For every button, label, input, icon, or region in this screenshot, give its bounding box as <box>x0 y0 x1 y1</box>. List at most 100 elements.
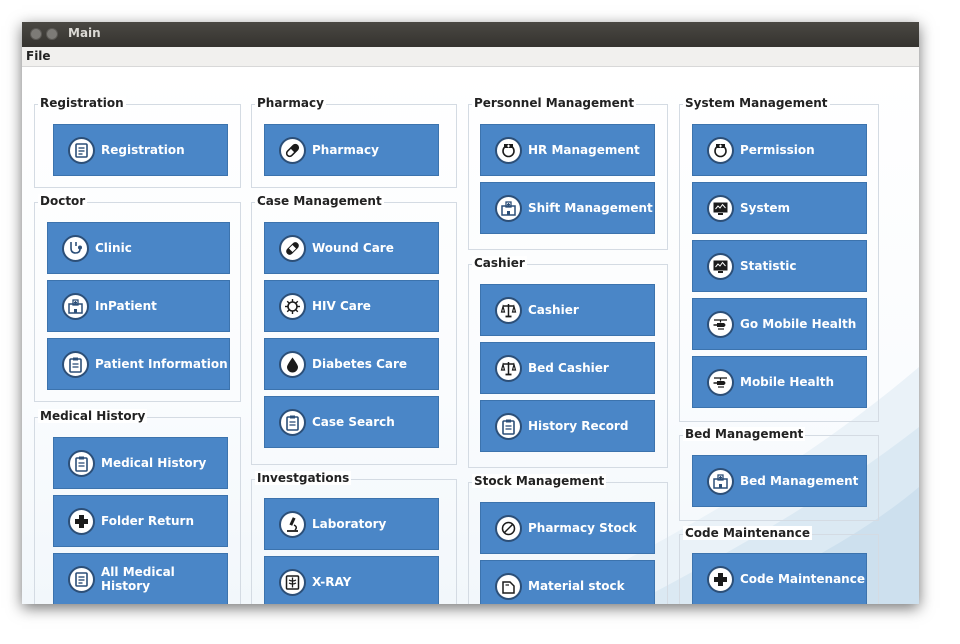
group-label: System Management <box>683 96 830 110</box>
wound-care-button[interactable]: Wound Care <box>264 222 439 274</box>
monitor-icon <box>707 252 734 280</box>
clipboard-icon <box>279 408 306 436</box>
permission-button[interactable]: Permission <box>692 124 867 176</box>
button-label: Material stock <box>528 579 625 593</box>
hospital-icon <box>707 467 734 495</box>
medical-cross-icon <box>707 565 734 593</box>
button-label: All Medical History <box>101 565 175 593</box>
monitor-icon <box>707 194 734 222</box>
button-label: Medical History <box>101 456 207 470</box>
window-title: Main <box>68 26 101 40</box>
patient-information-button[interactable]: Patient Information <box>47 338 230 390</box>
main-content: Registration Registration Doctor Clinic InPa… <box>22 67 919 604</box>
button-label: Pharmacy <box>312 143 379 157</box>
pharmacy-stock-button[interactable]: Pharmacy Stock <box>480 502 655 554</box>
nurse-icon <box>495 136 522 164</box>
code-maintenance-button[interactable]: Code Maintenance <box>692 553 867 604</box>
inpatient-button[interactable]: InPatient <box>47 280 230 332</box>
group-label: Medical History <box>38 409 148 423</box>
button-label: Case Search <box>312 415 395 429</box>
clipboard-icon <box>495 412 522 440</box>
button-label: Permission <box>740 143 815 157</box>
scales-icon <box>495 296 522 324</box>
case-search-button[interactable]: Case Search <box>264 396 439 448</box>
button-label: Bed Management <box>740 474 859 488</box>
close-window-button[interactable] <box>30 28 42 40</box>
menu-file[interactable]: File <box>26 49 51 63</box>
button-label: Registration <box>101 143 185 157</box>
helicopter-icon <box>707 368 734 396</box>
folder-return-button[interactable]: Folder Return <box>53 495 228 547</box>
group-label: Doctor <box>38 194 88 208</box>
button-label: Go Mobile Health <box>740 317 857 331</box>
button-label: System <box>740 201 790 215</box>
button-label: Cashier <box>528 303 579 317</box>
main-window: Main File Registration Registration Doctor… <box>22 22 919 604</box>
medical-history-button[interactable]: Medical History <box>53 437 228 489</box>
group-label: Registration <box>38 96 126 110</box>
microscope-icon <box>279 510 306 538</box>
diabetes-care-button[interactable]: Diabetes Care <box>264 338 439 390</box>
drop-icon <box>279 350 306 378</box>
button-label: Folder Return <box>101 514 195 528</box>
nurse-icon <box>707 136 734 164</box>
stethoscope-icon <box>62 234 89 262</box>
shift-management-button[interactable]: Shift Management <box>480 182 655 234</box>
history-record-button[interactable]: History Record <box>480 400 655 452</box>
no-entry-icon <box>495 514 522 542</box>
minimize-window-button[interactable] <box>46 28 58 40</box>
statistic-button[interactable]: Statistic <box>692 240 867 292</box>
button-label: Patient Information <box>95 357 228 371</box>
hospital-icon <box>495 194 522 222</box>
bandage-icon <box>279 234 306 262</box>
button-label: Clinic <box>95 241 132 255</box>
button-label: Pharmacy Stock <box>528 521 637 535</box>
x-ray-button[interactable]: X-RAY <box>264 556 439 604</box>
clipboard-icon <box>62 350 89 378</box>
material-stock-button[interactable]: Material stock <box>480 560 655 604</box>
go-mobile-health-button[interactable]: Go Mobile Health <box>692 298 867 350</box>
all-medical-history-button[interactable]: All Medical History <box>53 553 228 604</box>
button-label: Mobile Health <box>740 375 834 389</box>
bed-management-button[interactable]: Bed Management <box>692 455 867 507</box>
hospital-icon <box>62 292 89 320</box>
button-label: Laboratory <box>312 517 387 531</box>
group-label: Bed Management <box>683 427 806 441</box>
system-button[interactable]: System <box>692 182 867 234</box>
button-label: Code Maintenance <box>740 572 865 586</box>
button-label: InPatient <box>95 299 157 313</box>
scales-icon <box>495 354 522 382</box>
menu-bar: File <box>22 47 919 67</box>
group-label: Investgations <box>255 471 352 485</box>
mobile-health-button[interactable]: Mobile Health <box>692 356 867 408</box>
group-label: Case Management <box>255 194 384 208</box>
group-label: Pharmacy <box>255 96 326 110</box>
bed-cashier-button[interactable]: Bed Cashier <box>480 342 655 394</box>
cashier-button[interactable]: Cashier <box>480 284 655 336</box>
button-label: HR Management <box>528 143 640 157</box>
id-card-icon <box>68 565 95 593</box>
group-label: Stock Management <box>472 474 607 488</box>
button-label: Shift Management <box>528 201 653 215</box>
id-card-icon <box>68 136 95 164</box>
registration-button[interactable]: Registration <box>53 124 228 176</box>
group-label: Cashier <box>472 256 527 270</box>
box-icon <box>495 572 522 600</box>
clinic-button[interactable]: Clinic <box>47 222 230 274</box>
title-bar: Main <box>22 22 919 47</box>
virus-icon <box>279 292 306 320</box>
hr-management-button[interactable]: HR Management <box>480 124 655 176</box>
group-label: Code Maintenance <box>683 526 812 540</box>
helicopter-icon <box>707 310 734 338</box>
laboratory-button[interactable]: Laboratory <box>264 498 439 550</box>
button-label: HIV Care <box>312 299 371 313</box>
pharmacy-button[interactable]: Pharmacy <box>264 124 439 176</box>
group-label: Personnel Management <box>472 96 637 110</box>
hiv-care-button[interactable]: HIV Care <box>264 280 439 332</box>
button-label: X-RAY <box>312 575 352 589</box>
button-label: History Record <box>528 419 629 433</box>
xray-icon <box>279 568 306 596</box>
clipboard-icon <box>68 449 95 477</box>
button-label: Statistic <box>740 259 797 273</box>
pill-icon <box>279 136 306 164</box>
